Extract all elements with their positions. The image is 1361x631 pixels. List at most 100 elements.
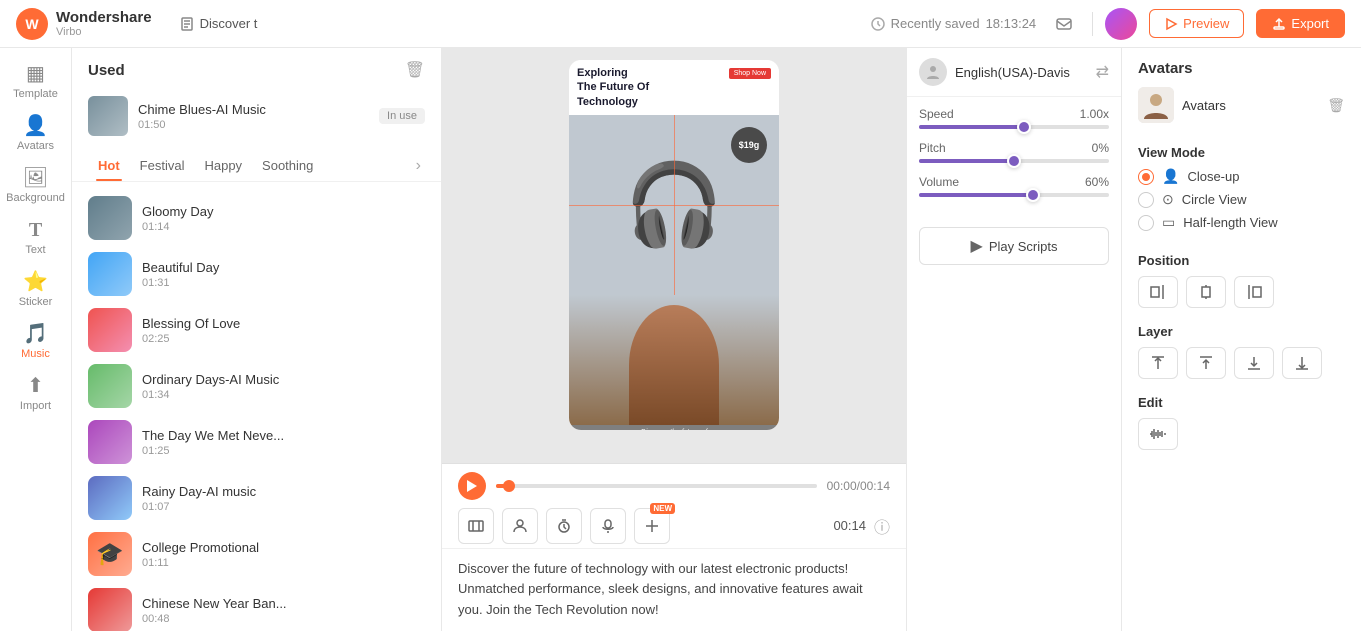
- position-center-btn[interactable]: [1186, 276, 1226, 308]
- cat-tab-happy[interactable]: Happy: [194, 150, 252, 181]
- speed-thumb[interactable]: [1017, 120, 1031, 134]
- view-halflength-radio[interactable]: [1138, 215, 1154, 231]
- track-thumb-1: [88, 196, 132, 240]
- avatar-ctrl-btn[interactable]: [502, 508, 538, 544]
- list-item[interactable]: Beautiful Day 01:31: [72, 246, 441, 302]
- inbox-icon: [1055, 15, 1073, 33]
- user-avatar[interactable]: [1105, 8, 1137, 40]
- used-track-name: Chime Blues-AI Music: [138, 102, 369, 117]
- sidebar-label-sticker: Sticker: [19, 296, 53, 308]
- properties-panel: Avatars Avatars 🗑 View Mode: [1121, 48, 1361, 631]
- list-item[interactable]: Gloomy Day 01:14: [72, 190, 441, 246]
- preview-banner: ExploringThe Future OfTechnology Shop No…: [569, 60, 779, 115]
- view-closeup-row[interactable]: 👤 Close-up: [1138, 168, 1345, 185]
- volume-value: 60%: [1085, 175, 1109, 189]
- volume-thumb[interactable]: [1026, 188, 1040, 202]
- slider-section: Speed 1.00x Pitch 0%: [907, 97, 1121, 219]
- avatar-person-icon: [1138, 87, 1174, 123]
- volume-slider-row: Volume 60%: [919, 175, 1109, 197]
- pitch-track[interactable]: [919, 159, 1109, 163]
- view-circle-row[interactable]: ⊙ Circle View: [1138, 191, 1345, 208]
- timer-btn[interactable]: [546, 508, 582, 544]
- new-badge: NEW: [650, 503, 675, 514]
- progress-track[interactable]: [496, 484, 817, 488]
- list-item[interactable]: The Day We Met Neve... 01:25: [72, 414, 441, 470]
- sidebar-item-music[interactable]: 🎵 Music: [0, 316, 71, 368]
- sidebar-item-background[interactable]: 🖼 Background: [0, 160, 71, 212]
- app-name: Wondershare: [56, 9, 152, 26]
- layer-top-btn[interactable]: [1138, 347, 1178, 379]
- in-use-badge: In use: [379, 108, 425, 124]
- pitch-label-row: Pitch 0%: [919, 141, 1109, 155]
- info-icon[interactable]: ⓘ: [874, 514, 890, 538]
- track-name-2: Beautiful Day: [142, 260, 425, 275]
- layer-up-btn[interactable]: [1186, 347, 1226, 379]
- track-info-3: Blessing Of Love 02:25: [142, 316, 425, 345]
- sidebar-label-music: Music: [21, 348, 50, 360]
- voice-change-icon[interactable]: ⇄: [1096, 62, 1109, 82]
- shop-now-button[interactable]: Shop Now: [729, 68, 771, 79]
- doc-title[interactable]: Discover t: [180, 16, 258, 31]
- mic-btn[interactable]: [590, 508, 626, 544]
- category-more-arrow[interactable]: ›: [412, 153, 425, 179]
- sidebar-label-background: Background: [6, 192, 65, 204]
- sidebar-item-template[interactable]: ▦ Template: [0, 56, 71, 108]
- cat-tab-hot[interactable]: Hot: [88, 150, 130, 181]
- delete-used-icon[interactable]: 🗑: [405, 60, 425, 80]
- play-scripts-button[interactable]: ▶ Play Scripts: [919, 227, 1109, 265]
- pos-center-icon: [1198, 284, 1214, 300]
- inbox-button[interactable]: [1048, 8, 1080, 40]
- special-btn[interactable]: NEW: [634, 508, 670, 544]
- list-item[interactable]: Chinese New Year Ban... 00:48: [72, 582, 441, 631]
- pitch-thumb[interactable]: [1007, 154, 1021, 168]
- layer-down-btn[interactable]: [1234, 347, 1274, 379]
- cat-tab-festival[interactable]: Festival: [130, 150, 195, 181]
- list-item[interactable]: Ordinary Days-AI Music 01:34: [72, 358, 441, 414]
- pos-left-icon: [1150, 284, 1166, 300]
- saved-time: 18:13:24: [986, 16, 1037, 31]
- sidebar-label-text: Text: [25, 244, 45, 256]
- template-icon: ▦: [26, 64, 45, 84]
- track-name-1: Gloomy Day: [142, 204, 425, 219]
- volume-track[interactable]: [919, 193, 1109, 197]
- sidebar-item-import[interactable]: ⬆ Import: [0, 368, 71, 420]
- avatar-delete-icon[interactable]: 🗑: [1327, 97, 1345, 114]
- sidebar-label-template: Template: [13, 88, 58, 100]
- track-thumb-2: [88, 252, 132, 296]
- layer-bottom-btn[interactable]: [1282, 347, 1322, 379]
- play-button[interactable]: [458, 472, 486, 500]
- saved-label: Recently saved: [891, 16, 980, 31]
- used-track-duration: 01:50: [138, 119, 369, 131]
- used-track[interactable]: Chime Blues-AI Music 01:50 In use: [88, 90, 425, 142]
- speed-slider-row: Speed 1.00x: [919, 107, 1109, 129]
- sidebar-item-sticker[interactable]: ⭐ Sticker: [0, 264, 71, 316]
- product-zone: 🎧 $19g: [569, 115, 779, 295]
- avatar-item: Avatars 🗑: [1138, 87, 1345, 123]
- sidebar-item-avatars[interactable]: 👤 Avatars: [0, 108, 71, 160]
- app-logo[interactable]: W Wondershare Virbo: [16, 8, 152, 40]
- track-thumb-4: [88, 364, 132, 408]
- avatars-icon: 👤: [23, 116, 48, 136]
- position-buttons-row: [1138, 276, 1345, 308]
- view-closeup-radio[interactable]: [1138, 169, 1154, 185]
- topbar-divider: [1092, 12, 1093, 36]
- circle-icon: ⊙: [1162, 191, 1174, 208]
- export-button[interactable]: Export: [1256, 9, 1345, 38]
- view-circle-radio[interactable]: [1138, 192, 1154, 208]
- position-left-btn[interactable]: [1138, 276, 1178, 308]
- scene-btn[interactable]: [458, 508, 494, 544]
- cat-tab-soothing[interactable]: Soothing: [252, 150, 323, 181]
- list-item[interactable]: Rainy Day-AI music 01:07: [72, 470, 441, 526]
- sidebar-item-text[interactable]: T Text: [0, 212, 71, 264]
- main-layout: ▦ Template 👤 Avatars 🖼 Background T Text…: [0, 48, 1361, 631]
- play-scripts-icon: ▶: [971, 236, 983, 256]
- position-right-btn[interactable]: [1234, 276, 1274, 308]
- preview-button[interactable]: Preview: [1149, 9, 1244, 38]
- progress-dot: [503, 480, 515, 492]
- edit-waveform-btn[interactable]: [1138, 418, 1178, 450]
- list-item[interactable]: 🎓 College Promotional 01:11: [72, 526, 441, 582]
- list-item[interactable]: Blessing Of Love 02:25: [72, 302, 441, 358]
- speed-track[interactable]: [919, 125, 1109, 129]
- view-halflength-row[interactable]: ▭ Half-length View: [1138, 214, 1345, 231]
- preview-subtitle: Discover the future of: [577, 429, 771, 430]
